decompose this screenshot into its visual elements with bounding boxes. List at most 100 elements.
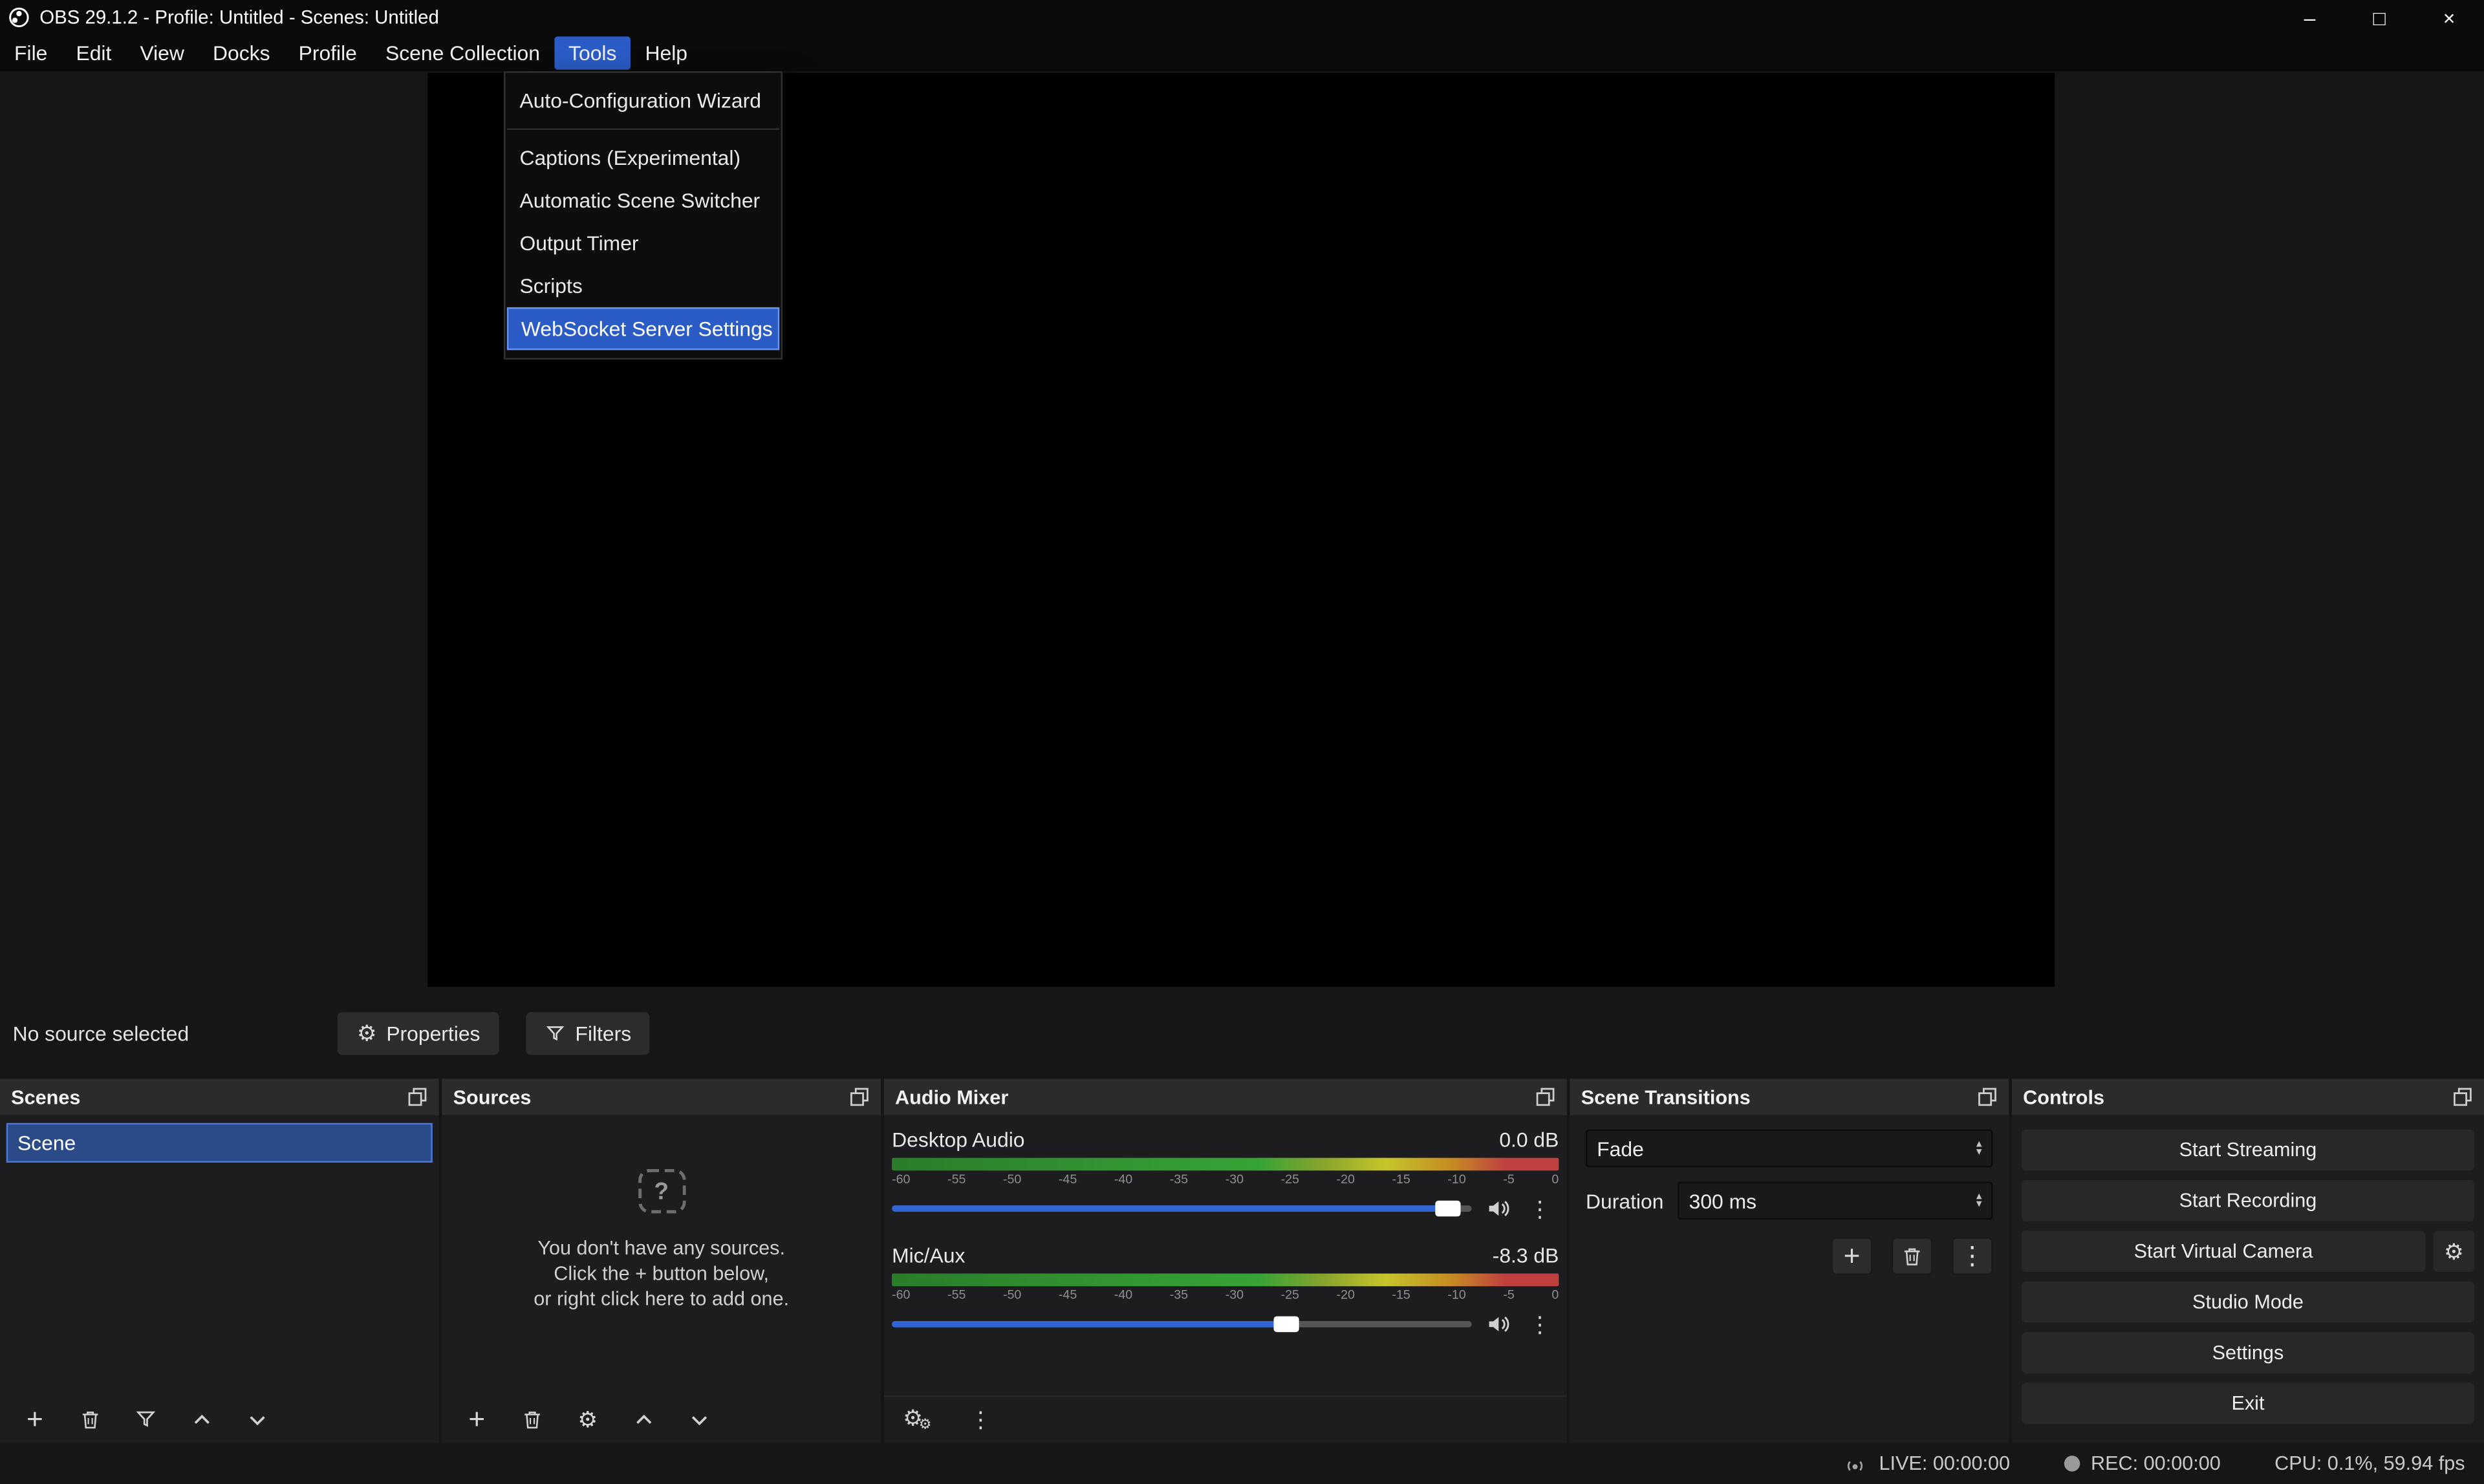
add-transition-button[interactable]: + <box>1831 1237 1873 1275</box>
menu-file[interactable]: File <box>0 36 61 69</box>
controls-dock-header[interactable]: Controls <box>2012 1079 2484 1115</box>
audio-mixer-dock-header[interactable]: Audio Mixer <box>884 1079 1567 1115</box>
gear-icon: ⚙ <box>2444 1240 2464 1262</box>
menu-tools[interactable]: Tools <box>554 36 631 69</box>
move-source-down-button[interactable] <box>683 1403 715 1435</box>
scene-filters-button[interactable] <box>130 1403 162 1435</box>
popout-icon[interactable] <box>407 1086 428 1107</box>
transition-select[interactable]: Fade ▴ ▾ <box>1586 1130 1993 1168</box>
virtual-camera-settings-button[interactable]: ⚙ <box>2434 1231 2475 1272</box>
volume-slider-handle[interactable] <box>1273 1317 1298 1332</box>
close-button[interactable]: × <box>2414 0 2484 35</box>
volume-slider[interactable] <box>892 1205 1472 1212</box>
tick-label: -35 <box>1170 1172 1188 1187</box>
add-source-button[interactable]: + <box>461 1403 493 1435</box>
speaker-icon[interactable] <box>1486 1313 1511 1335</box>
scenes-dock: Scenes Scene + <box>0 1079 439 1443</box>
scene-transitions-dock-title: Scene Transitions <box>1581 1086 1751 1108</box>
popout-icon[interactable] <box>849 1086 870 1107</box>
duration-spinbox[interactable]: 300 ms ▴ ▾ <box>1678 1181 1993 1220</box>
tools-menu-websocket-server-settings[interactable]: WebSocket Server Settings <box>507 307 779 350</box>
maximize-button[interactable]: □ <box>2344 0 2414 35</box>
tools-menu-captions[interactable]: Captions (Experimental) <box>507 136 779 179</box>
volume-slider[interactable] <box>892 1321 1472 1328</box>
window-title: OBS 29.1.2 - Profile: Untitled - Scenes:… <box>39 6 439 28</box>
tick-label: 0 <box>1551 1288 1559 1302</box>
rec-status: REC: 00:00:00 <box>2064 1452 2221 1474</box>
transition-options-kebab-icon[interactable]: ⋮ <box>1952 1237 1993 1275</box>
tick-label: -25 <box>1281 1288 1299 1302</box>
tick-label: -10 <box>1447 1288 1465 1302</box>
obs-window: OBS 29.1.2 - Profile: Untitled - Scenes:… <box>0 0 2484 1484</box>
sources-dock-header[interactable]: Sources <box>442 1079 881 1115</box>
sources-empty-state: ? You don't have any sources. Click the … <box>442 1169 881 1311</box>
remove-scene-button[interactable] <box>74 1403 106 1435</box>
spinbox-arrows[interactable]: ▴ ▾ <box>1976 1193 1982 1209</box>
settings-button[interactable]: Settings <box>2022 1332 2475 1373</box>
sources-toolbar: + ⚙ <box>442 1395 881 1443</box>
tools-menu-output-timer[interactable]: Output Timer <box>507 222 779 264</box>
minimize-button[interactable]: – <box>2275 0 2345 35</box>
popout-icon[interactable] <box>1535 1086 1556 1107</box>
menu-scene-collection[interactable]: Scene Collection <box>371 36 554 69</box>
menu-bar: File Edit View Docks Profile Scene Colle… <box>0 35 2484 71</box>
rec-time: REC: 00:00:00 <box>2091 1452 2221 1474</box>
menu-profile[interactable]: Profile <box>285 36 371 69</box>
scenes-dock-title: Scenes <box>11 1086 80 1108</box>
channel-options-kebab-icon[interactable]: ⋮ <box>1526 1308 1554 1340</box>
popout-icon[interactable] <box>2452 1086 2473 1107</box>
menu-view[interactable]: View <box>125 36 199 69</box>
tick-label: -35 <box>1170 1288 1188 1302</box>
move-source-up-button[interactable] <box>627 1403 659 1435</box>
move-scene-up-button[interactable] <box>186 1403 217 1435</box>
tools-menu-automatic-scene-switcher[interactable]: Automatic Scene Switcher <box>507 179 779 222</box>
mixer-options-kebab-icon[interactable]: ⋮ <box>966 1404 995 1436</box>
filter-icon <box>545 1022 566 1043</box>
tools-dropdown-menu: Auto-Configuration Wizard Captions (Expe… <box>504 71 783 360</box>
transition-selected-value: Fade <box>1597 1137 1644 1161</box>
remove-transition-button[interactable] <box>1892 1237 1933 1275</box>
start-recording-button[interactable]: Start Recording <box>2022 1180 2475 1221</box>
titlebar: OBS 29.1.2 - Profile: Untitled - Scenes:… <box>0 0 2484 35</box>
channel-options-kebab-icon[interactable]: ⋮ <box>1526 1193 1554 1225</box>
audio-mixer-dock: Audio Mixer Desktop Audio 0.0 dB -60-55-… <box>884 1079 1567 1443</box>
controls-dock-title: Controls <box>2023 1086 2104 1108</box>
start-streaming-button[interactable]: Start Streaming <box>2022 1130 2475 1171</box>
volume-slider-handle[interactable] <box>1435 1201 1460 1216</box>
add-scene-button[interactable]: + <box>19 1403 50 1435</box>
combo-spinner-arrows[interactable]: ▴ ▾ <box>1976 1141 1982 1156</box>
mixer-channels: Desktop Audio 0.0 dB -60-55-50-45-40-35-… <box>884 1115 1567 1339</box>
menu-help[interactable]: Help <box>631 36 702 69</box>
remove-source-button[interactable] <box>517 1403 548 1435</box>
speaker-icon[interactable] <box>1486 1198 1511 1220</box>
menu-edit[interactable]: Edit <box>61 36 125 69</box>
record-icon <box>2064 1456 2079 1471</box>
scene-list-item[interactable]: Scene <box>6 1123 433 1163</box>
start-virtual-camera-button[interactable]: Start Virtual Camera <box>2022 1231 2426 1272</box>
channel-name: Desktop Audio <box>892 1128 1024 1152</box>
tick-label: -55 <box>947 1288 966 1302</box>
tick-label: 0 <box>1551 1172 1559 1187</box>
tick-label: -5 <box>1503 1172 1514 1187</box>
studio-mode-button[interactable]: Studio Mode <box>2022 1282 2475 1323</box>
tick-label: -20 <box>1337 1172 1355 1187</box>
exit-button[interactable]: Exit <box>2022 1383 2475 1425</box>
move-scene-down-button[interactable] <box>241 1403 272 1435</box>
tick-label: -20 <box>1337 1288 1355 1302</box>
sources-dock: Sources ? You don't have any sources. Cl… <box>442 1079 881 1443</box>
sources-empty-line: Click the + button below, <box>554 1261 769 1286</box>
sources-dock-body[interactable]: ? You don't have any sources. Click the … <box>442 1115 881 1443</box>
advanced-audio-properties-button[interactable]: ⚙ ⚙ <box>903 1404 938 1436</box>
source-properties-button[interactable]: ⚙ <box>572 1403 603 1435</box>
menu-docks[interactable]: Docks <box>199 36 285 69</box>
tools-menu-auto-configuration-wizard[interactable]: Auto-Configuration Wizard <box>507 79 779 122</box>
tools-menu-scripts[interactable]: Scripts <box>507 264 779 307</box>
scenes-dock-header[interactable]: Scenes <box>0 1079 439 1115</box>
scene-transitions-dock-header[interactable]: Scene Transitions <box>1570 1079 2009 1115</box>
tick-label: -10 <box>1447 1172 1465 1187</box>
live-status: LIVE: 00:00:00 <box>1842 1452 2010 1474</box>
cpu-status: CPU: 0.1%, 59.94 fps <box>2274 1452 2465 1474</box>
popout-icon[interactable] <box>1977 1086 1998 1107</box>
properties-button[interactable]: ⚙ Properties <box>338 1011 499 1054</box>
filters-button[interactable]: Filters <box>526 1011 650 1054</box>
